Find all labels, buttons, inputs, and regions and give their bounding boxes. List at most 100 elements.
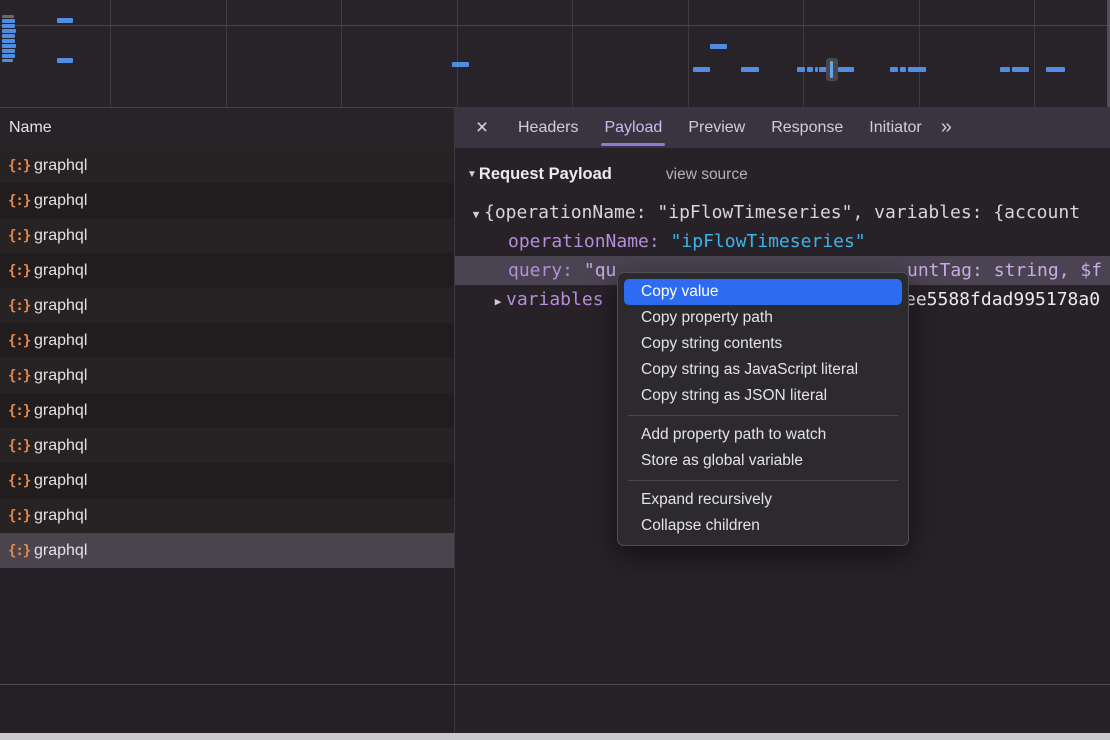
context-menu-item[interactable]: Copy string as JSON literal [624,383,902,409]
timeline-marker-line [830,61,833,78]
context-menu-item[interactable]: Copy value [624,279,902,305]
context-menu-item[interactable]: Copy property path [624,305,902,331]
request-row[interactable]: {:} graphql [0,428,454,463]
json-row-operation-name[interactable]: operationName: "ipFlowTimeseries" [455,227,1110,256]
context-menu: Copy valueCopy property pathCopy string … [617,272,909,546]
waterfall-request-bar [2,59,13,62]
collapse-triangle-icon[interactable]: ▼ [467,169,477,180]
json-root-preview: {operationName: "ipFlowTimeseries", vari… [484,202,1080,223]
request-name-label: graphql [34,157,87,175]
request-row[interactable]: {:} graphql [0,533,454,568]
timeline-gridline [803,0,804,107]
waterfall-request-bar [1000,67,1010,72]
waterfall-request-bar [2,34,15,38]
property-key: variables [506,289,604,310]
waterfall-request-bar [2,54,15,58]
waterfall-request-bar [1046,67,1065,72]
tab-response[interactable]: Response [758,107,856,148]
waterfall-request-bar [2,19,15,23]
json-braces-icon: {:} [8,263,34,279]
waterfall-request-bar [838,67,854,72]
context-menu-item[interactable]: Collapse children [624,513,902,539]
json-braces-icon: {:} [8,158,34,174]
context-menu-divider [628,415,898,416]
waterfall-request-bar [908,67,926,72]
waterfall-request-bar [2,29,16,33]
json-root-row[interactable]: ▼{operationName: "ipFlowTimeseries", var… [455,198,1110,227]
tab-payload[interactable]: Payload [591,107,675,148]
property-value-right-fragment: untTag: string, $f [907,256,1102,285]
json-braces-icon: {:} [8,228,34,244]
waterfall-request-bar [2,49,15,53]
waterfall-request-bar [807,67,813,72]
json-braces-icon: {:} [8,333,34,349]
waterfall-request-bar [900,67,906,72]
request-name-label: graphql [34,367,87,385]
json-braces-icon: {:} [8,193,34,209]
request-list-empty-area [0,568,455,733]
waterfall-request-bar [710,44,727,49]
json-braces-icon: {:} [8,438,34,454]
waterfall-request-bar [693,67,710,72]
detail-tab-bar: × HeadersPayloadPreviewResponseInitiator… [455,107,1110,148]
variables-preview-fragment: ee5588fdad995178a0 [905,285,1100,314]
collapse-triangle-icon[interactable]: ▼ [468,200,484,229]
request-row[interactable]: {:} graphql [0,498,454,533]
section-title: Request Payload [479,165,612,184]
waterfall-request-bar [890,67,898,72]
request-row[interactable]: {:} graphql [0,148,454,183]
property-key: operationName: [508,231,660,252]
timeline-gridline [0,25,1110,26]
request-name-label: graphql [34,402,87,420]
request-row[interactable]: {:} graphql [0,323,454,358]
request-name-label: graphql [34,227,87,245]
context-menu-item[interactable]: Copy string as JavaScript literal [624,357,902,383]
request-row[interactable]: {:} graphql [0,393,454,428]
context-menu-item[interactable]: Store as global variable [624,448,902,474]
request-name-label: graphql [34,542,87,560]
expand-triangle-icon[interactable]: ▶ [490,287,506,316]
request-name-label: graphql [34,472,87,490]
timeline-gridline [688,0,689,107]
waterfall-request-bar [815,67,818,72]
context-menu-item[interactable]: Expand recursively [624,487,902,513]
window-bottom-edge [0,733,1110,740]
request-row[interactable]: {:} graphql [0,463,454,498]
timeline-gridline [1034,0,1035,107]
tab-headers[interactable]: Headers [505,107,591,148]
request-row[interactable]: {:} graphql [0,358,454,393]
timeline-gridline [919,0,920,107]
more-tabs-icon[interactable]: » [941,116,951,139]
column-header-name[interactable]: Name [0,107,455,148]
waterfall-request-bar [1012,67,1029,72]
property-value: "ipFlowTimeseries" [671,231,866,252]
request-row[interactable]: {:} graphql [0,183,454,218]
request-row[interactable]: {:} graphql [0,218,454,253]
json-braces-icon: {:} [8,508,34,524]
timeline-hover-marker [826,58,838,81]
request-name-label: graphql [34,192,87,210]
property-value-left-fragment: "qu [584,260,617,281]
waterfall-request-bar [57,18,73,23]
request-name-label: graphql [34,507,87,525]
request-name-label: graphql [34,332,87,350]
property-key: query: [508,260,573,281]
devtools-network-panel: Name × HeadersPayloadPreviewResponseInit… [0,0,1110,740]
summary-bar-divider [0,684,1110,685]
context-menu-item[interactable]: Copy string contents [624,331,902,357]
tab-initiator[interactable]: Initiator [856,107,934,148]
json-braces-icon: {:} [8,368,34,384]
tab-preview[interactable]: Preview [675,107,758,148]
network-overview-timeline[interactable] [0,0,1110,107]
request-name-label: graphql [34,297,87,315]
close-icon[interactable]: × [467,116,497,140]
waterfall-request-bar [2,39,15,43]
request-name-label: graphql [34,262,87,280]
request-row[interactable]: {:} graphql [0,288,454,323]
context-menu-item[interactable]: Add property path to watch [624,422,902,448]
request-row[interactable]: {:} graphql [0,253,454,288]
view-source-link[interactable]: view source [666,166,748,184]
timeline-gridline [457,0,458,107]
waterfall-request-bar [2,44,16,48]
request-payload-section-header: ▼ Request Payload view source [467,165,1110,184]
